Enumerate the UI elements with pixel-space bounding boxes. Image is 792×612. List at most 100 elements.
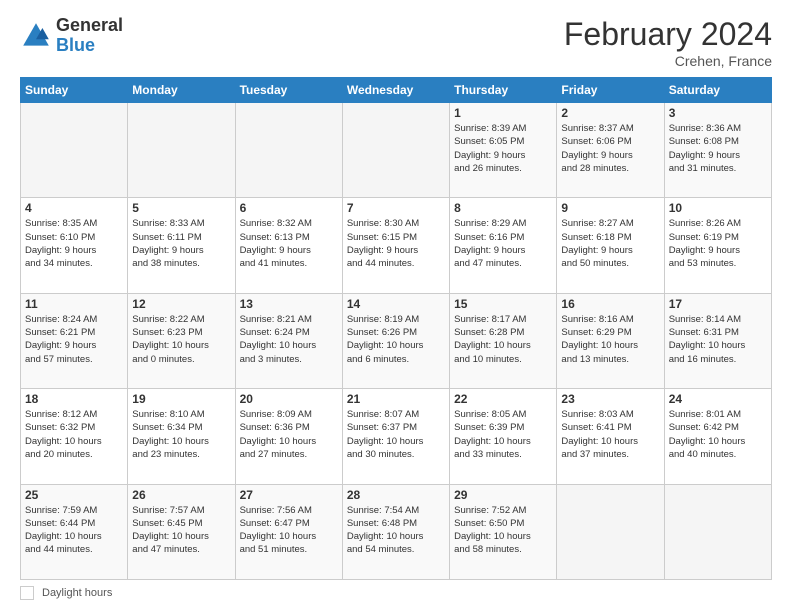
calendar-cell: 15 Sunrise: 8:17 AM Sunset: 6:28 PM Dayli…	[450, 293, 557, 388]
day-info: Sunrise: 8:16 AM Sunset: 6:29 PM Dayligh…	[561, 313, 659, 366]
day-number: 28	[347, 488, 445, 502]
calendar-cell: 19Sunrise: 8:10 AM Sunset: 6:34 PM Dayli…	[128, 389, 235, 484]
day-info: Sunrise: 8:21 AM Sunset: 6:24 PM Dayligh…	[240, 313, 338, 366]
day-info: Sunrise: 8:12 AM Sunset: 6:32 PM Dayligh…	[25, 408, 123, 461]
day-number: 15	[454, 297, 552, 311]
day-number: 5	[132, 201, 230, 215]
day-info: Sunrise: 8:07 AM Sunset: 6:37 PM Dayligh…	[347, 408, 445, 461]
day-number: 24	[669, 392, 767, 406]
day-number: 18	[25, 392, 123, 406]
calendar-cell: 24 Sunrise: 8:01 AM Sunset: 6:42 PM Dayli…	[664, 389, 771, 484]
weekday-header-tuesday: Tuesday	[235, 78, 342, 103]
weekday-header-friday: Friday	[557, 78, 664, 103]
title-block: February 2024 Crehen, France	[564, 16, 772, 69]
calendar-cell: 5 Sunrise: 8:33 AM Sunset: 6:11 PM Daylig…	[128, 198, 235, 293]
weekday-header-sunday: Sunday	[21, 78, 128, 103]
day-number: 25	[25, 488, 123, 502]
day-number: 14	[347, 297, 445, 311]
calendar-week-row: 11 Sunrise: 8:24 AM Sunset: 6:21 PM Dayli…	[21, 293, 772, 388]
day-info: Sunrise: 7:54 AM Sunset: 6:48 PM Dayligh…	[347, 504, 445, 557]
calendar-cell: 8 Sunrise: 8:29 AM Sunset: 6:16 PM Daylig…	[450, 198, 557, 293]
daylight-box-icon	[20, 586, 34, 600]
day-number: 4	[25, 201, 123, 215]
calendar-week-row: 1Sunrise: 8:39 AM Sunset: 6:05 PM Daylig…	[21, 103, 772, 198]
day-info: Sunrise: 8:03 AM Sunset: 6:41 PM Dayligh…	[561, 408, 659, 461]
day-number: 21	[347, 392, 445, 406]
day-number: 22	[454, 392, 552, 406]
day-info: Sunrise: 7:52 AM Sunset: 6:50 PM Dayligh…	[454, 504, 552, 557]
logo-general: General	[56, 15, 123, 35]
day-number: 17	[669, 297, 767, 311]
weekday-header-row: SundayMondayTuesdayWednesdayThursdayFrid…	[21, 78, 772, 103]
logo-blue: Blue	[56, 35, 95, 55]
calendar-cell	[664, 484, 771, 579]
calendar-footer: Daylight hours	[20, 586, 772, 600]
day-number: 26	[132, 488, 230, 502]
day-number: 11	[25, 297, 123, 311]
day-info: Sunrise: 8:17 AM Sunset: 6:28 PM Dayligh…	[454, 313, 552, 366]
calendar-cell: 23 Sunrise: 8:03 AM Sunset: 6:41 PM Dayli…	[557, 389, 664, 484]
day-info: Sunrise: 8:33 AM Sunset: 6:11 PM Dayligh…	[132, 217, 230, 270]
day-number: 12	[132, 297, 230, 311]
calendar-cell: 3Sunrise: 8:36 AM Sunset: 6:08 PM Daylig…	[664, 103, 771, 198]
calendar-cell: 12 Sunrise: 8:22 AM Sunset: 6:23 PM Dayli…	[128, 293, 235, 388]
calendar-cell: 9 Sunrise: 8:27 AM Sunset: 6:18 PM Daylig…	[557, 198, 664, 293]
calendar-cell: 7 Sunrise: 8:30 AM Sunset: 6:15 PM Daylig…	[342, 198, 449, 293]
day-info: Sunrise: 8:26 AM Sunset: 6:19 PM Dayligh…	[669, 217, 767, 270]
day-info: Sunrise: 8:22 AM Sunset: 6:23 PM Dayligh…	[132, 313, 230, 366]
logo-icon	[20, 20, 52, 52]
day-info: Sunrise: 7:59 AM Sunset: 6:44 PM Dayligh…	[25, 504, 123, 557]
logo-text: General Blue	[56, 16, 123, 56]
calendar-cell: 29 Sunrise: 7:52 AM Sunset: 6:50 PM Dayli…	[450, 484, 557, 579]
calendar-cell	[557, 484, 664, 579]
calendar-week-row: 18 Sunrise: 8:12 AM Sunset: 6:32 PM Dayli…	[21, 389, 772, 484]
day-number: 3	[669, 106, 767, 120]
location: Crehen, France	[564, 53, 772, 69]
day-info: Sunrise: 7:56 AM Sunset: 6:47 PM Dayligh…	[240, 504, 338, 557]
weekday-header-thursday: Thursday	[450, 78, 557, 103]
weekday-header-wednesday: Wednesday	[342, 78, 449, 103]
weekday-header-monday: Monday	[128, 78, 235, 103]
calendar-cell: 16 Sunrise: 8:16 AM Sunset: 6:29 PM Dayli…	[557, 293, 664, 388]
day-number: 29	[454, 488, 552, 502]
day-info: Sunrise: 8:01 AM Sunset: 6:42 PM Dayligh…	[669, 408, 767, 461]
day-number: 9	[561, 201, 659, 215]
calendar-cell: 11 Sunrise: 8:24 AM Sunset: 6:21 PM Dayli…	[21, 293, 128, 388]
calendar-cell	[235, 103, 342, 198]
day-info: Sunrise: 8:30 AM Sunset: 6:15 PM Dayligh…	[347, 217, 445, 270]
day-number: 16	[561, 297, 659, 311]
calendar-cell: 2Sunrise: 8:37 AM Sunset: 6:06 PM Daylig…	[557, 103, 664, 198]
day-info: Sunrise: 8:24 AM Sunset: 6:21 PM Dayligh…	[25, 313, 123, 366]
day-info: Sunrise: 8:32 AM Sunset: 6:13 PM Dayligh…	[240, 217, 338, 270]
day-number: 1	[454, 106, 552, 120]
calendar-cell: 26 Sunrise: 7:57 AM Sunset: 6:45 PM Dayli…	[128, 484, 235, 579]
calendar-cell	[128, 103, 235, 198]
day-number: 8	[454, 201, 552, 215]
day-number: 7	[347, 201, 445, 215]
page-header: General Blue February 2024 Crehen, Franc…	[20, 16, 772, 69]
calendar-cell: 14 Sunrise: 8:19 AM Sunset: 6:26 PM Dayli…	[342, 293, 449, 388]
day-info: Sunrise: 8:09 AM Sunset: 6:36 PM Dayligh…	[240, 408, 338, 461]
day-info: Sunrise: 7:57 AM Sunset: 6:45 PM Dayligh…	[132, 504, 230, 557]
calendar-week-row: 4 Sunrise: 8:35 AM Sunset: 6:10 PM Daylig…	[21, 198, 772, 293]
day-number: 23	[561, 392, 659, 406]
calendar-cell: 27 Sunrise: 7:56 AM Sunset: 6:47 PM Dayli…	[235, 484, 342, 579]
day-info: Sunrise: 8:35 AM Sunset: 6:10 PM Dayligh…	[25, 217, 123, 270]
calendar-week-row: 25 Sunrise: 7:59 AM Sunset: 6:44 PM Dayli…	[21, 484, 772, 579]
day-number: 13	[240, 297, 338, 311]
day-info: Sunrise: 8:19 AM Sunset: 6:26 PM Dayligh…	[347, 313, 445, 366]
calendar-cell: 13 Sunrise: 8:21 AM Sunset: 6:24 PM Dayli…	[235, 293, 342, 388]
day-info: Sunrise: 8:10 AM Sunset: 6:34 PM Dayligh…	[132, 408, 230, 461]
day-info: Sunrise: 8:05 AM Sunset: 6:39 PM Dayligh…	[454, 408, 552, 461]
calendar-cell: 28 Sunrise: 7:54 AM Sunset: 6:48 PM Dayli…	[342, 484, 449, 579]
weekday-header-saturday: Saturday	[664, 78, 771, 103]
day-info: Sunrise: 8:29 AM Sunset: 6:16 PM Dayligh…	[454, 217, 552, 270]
day-number: 27	[240, 488, 338, 502]
day-info: Sunrise: 8:14 AM Sunset: 6:31 PM Dayligh…	[669, 313, 767, 366]
day-number: 10	[669, 201, 767, 215]
day-info: Sunrise: 8:27 AM Sunset: 6:18 PM Dayligh…	[561, 217, 659, 270]
calendar-cell: 18 Sunrise: 8:12 AM Sunset: 6:32 PM Dayli…	[21, 389, 128, 484]
calendar-cell: 22 Sunrise: 8:05 AM Sunset: 6:39 PM Dayli…	[450, 389, 557, 484]
day-number: 6	[240, 201, 338, 215]
day-info: Sunrise: 8:37 AM Sunset: 6:06 PM Dayligh…	[561, 122, 659, 175]
